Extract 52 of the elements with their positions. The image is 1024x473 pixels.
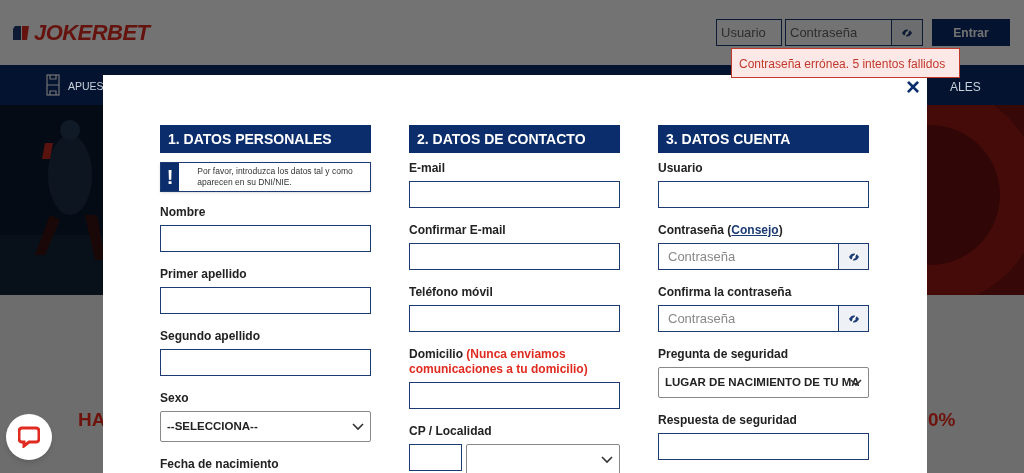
close-button[interactable]: × (904, 76, 922, 98)
promo-heading: 0% (928, 409, 956, 431)
text-field[interactable] (409, 305, 620, 332)
password-field[interactable]: Contraseña (658, 243, 838, 270)
field-label: Primer apellido (160, 267, 248, 282)
field-label: Confirma la contraseña (658, 285, 793, 300)
chat-icon (18, 426, 40, 448)
field-label: Segundo apellido (160, 329, 261, 344)
nav-item[interactable]: ALES (950, 78, 981, 96)
field-icon (46, 74, 60, 96)
alert-icon: ! (161, 163, 180, 191)
text-field[interactable] (658, 433, 869, 460)
section-header: 3. DATOS CUENTA (658, 125, 869, 153)
section-header: 2. DATOS DE CONTACTO (409, 125, 620, 153)
password-field[interactable]: Contraseña (658, 305, 838, 332)
nav-item[interactable]: APUES (68, 79, 104, 95)
chat-button[interactable] (6, 414, 52, 460)
text-field[interactable] (160, 349, 371, 376)
field-label: Respuesta de seguridad (658, 413, 798, 428)
section-header: 1. DATOS PERSONALES (160, 125, 371, 153)
field-label: E-mail (409, 161, 446, 176)
text-field[interactable] (409, 243, 620, 270)
postcode-field[interactable] (409, 444, 462, 471)
field-label: Contraseña (Consejo) (658, 223, 784, 238)
notice-text: Por favor, introduzca los datos tal y como aparecen en su DNI/NIE. (196, 165, 354, 189)
password-field[interactable]: Contraseña (785, 19, 891, 46)
login-button[interactable]: Entrar (932, 19, 1010, 46)
show-password-icon[interactable] (838, 305, 869, 332)
text-field[interactable] (409, 181, 620, 208)
field-label: CP / Localidad (409, 424, 493, 439)
text-field[interactable] (160, 225, 371, 252)
error-tooltip: Contraseña errónea. 5 intentos fallidos (731, 48, 960, 78)
promo-heading: HA (78, 409, 106, 431)
field-label: Usuario (658, 161, 704, 176)
username-field[interactable]: Usuario (716, 19, 782, 46)
field-label: Sexo (160, 391, 190, 406)
dropdown[interactable]: LUGAR DE NACIMIENTO DE TU MA (658, 367, 869, 398)
text-field[interactable] (658, 181, 869, 208)
text-field[interactable] (409, 382, 620, 409)
field-label: Confirmar E-mail (409, 223, 507, 238)
dropdown[interactable]: --SELECCIONA-- (160, 411, 371, 442)
chevron-icon (601, 455, 613, 464)
field-label: Pregunta de seguridad (658, 347, 790, 362)
field-label: Fecha de nacimiento (160, 457, 280, 472)
field-label: Domicilio (Nunca enviamos comunicaciones a tu domicilio) (409, 347, 589, 377)
field-label: Teléfono móvil (409, 285, 494, 300)
field-label: Nombre (160, 205, 207, 220)
logo-icon (12, 23, 30, 42)
show-password-icon[interactable] (838, 243, 869, 270)
chevron-icon (352, 422, 364, 431)
text-field[interactable] (160, 287, 371, 314)
tip-link[interactable]: Consejo (731, 223, 779, 237)
